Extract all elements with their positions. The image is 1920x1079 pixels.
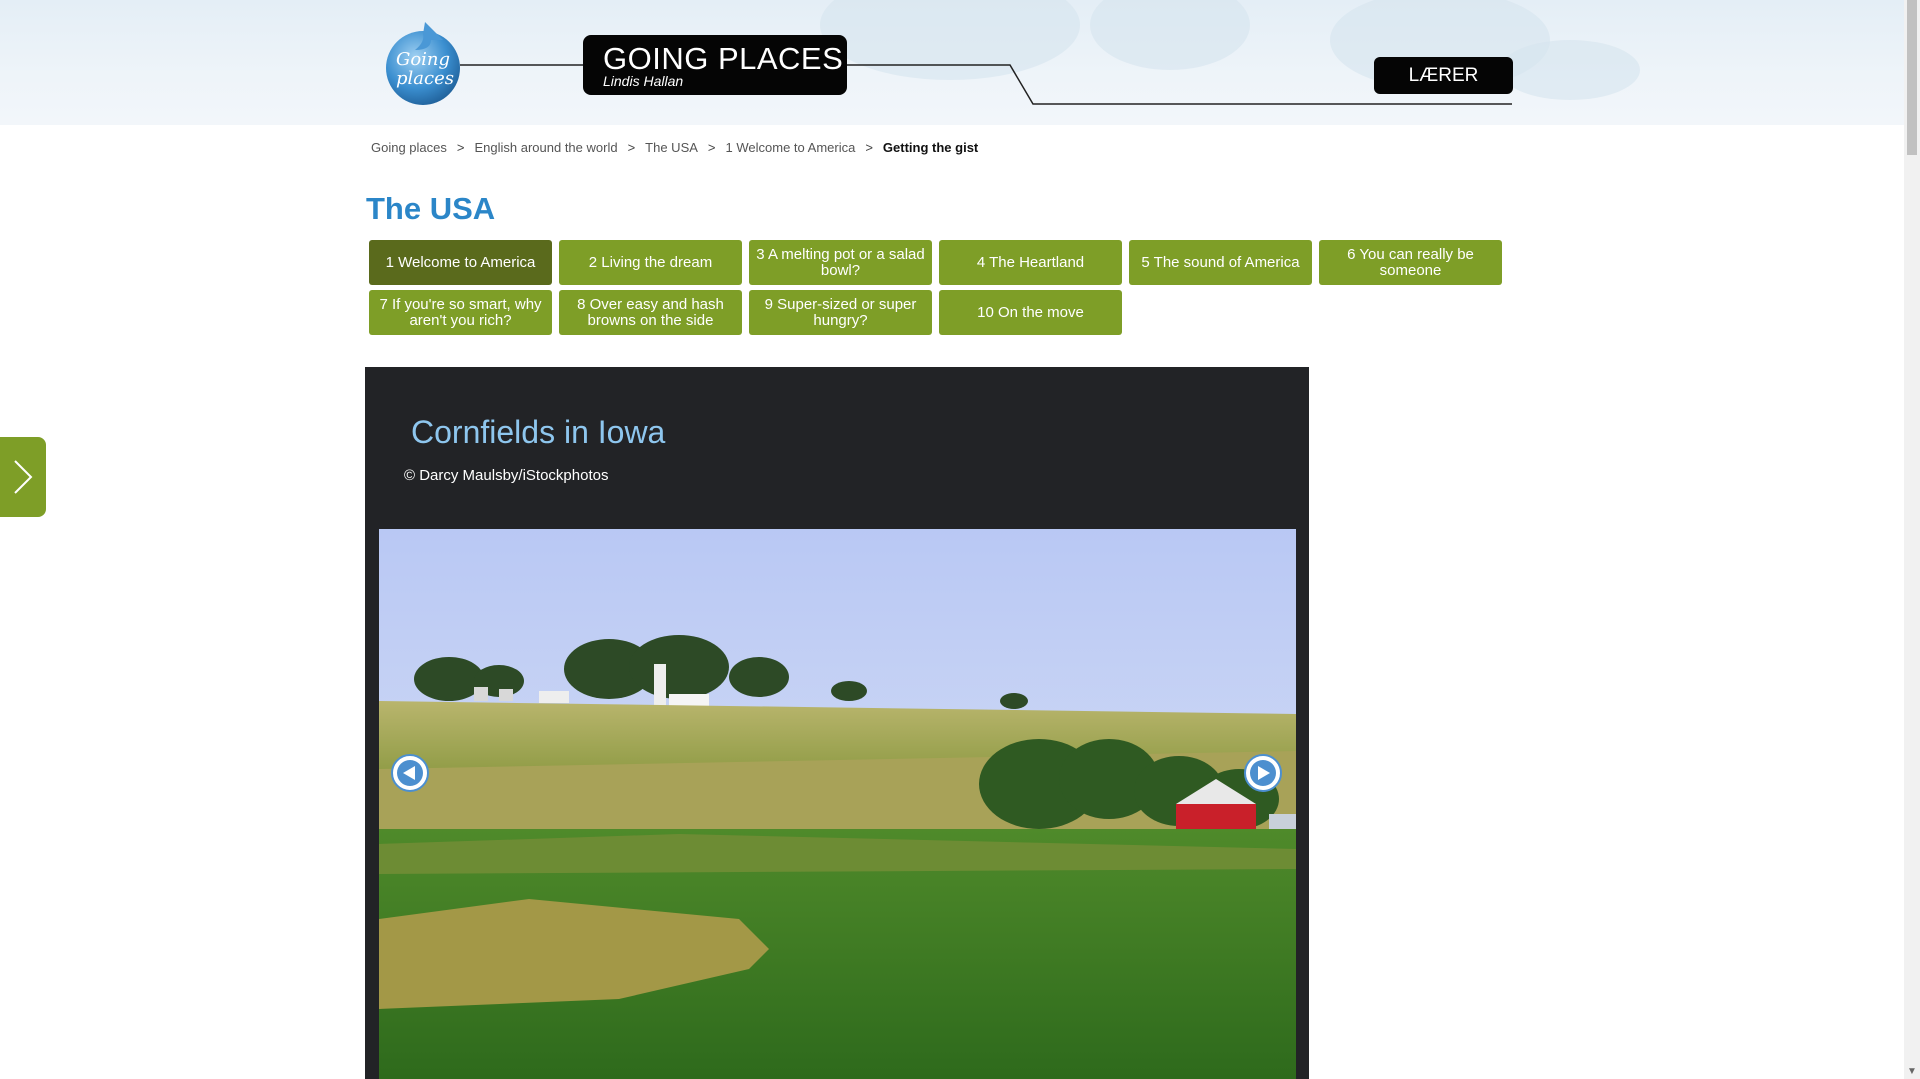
scroll-down-icon[interactable]: ▼ (1904, 1063, 1920, 1079)
chapter-button[interactable]: 7 If you're so smart, why aren't you ric… (369, 290, 552, 335)
slide-title: Cornfields in Iowa (411, 414, 666, 450)
chapter-button[interactable]: 2 Living the dream (559, 240, 742, 285)
site-author: Lindis Hallan (603, 73, 684, 89)
chapter-button[interactable]: 4 The Heartland (939, 240, 1122, 285)
teacher-role-button[interactable]: LÆRER (1374, 57, 1513, 94)
scrollbar-thumb[interactable] (1907, 0, 1917, 155)
arrow-right-circle-icon (1244, 754, 1282, 792)
site-title-box[interactable]: GOING PLACES Lindis Hallan (583, 35, 847, 95)
header-line (460, 64, 1512, 105)
chapter-button[interactable]: 6 You can really be someone (1319, 240, 1502, 285)
breadcrumb-item[interactable]: 1 Welcome to America (726, 140, 856, 155)
chapter-button[interactable]: 1 Welcome to America (369, 240, 552, 285)
chapter-button[interactable]: 8 Over easy and hash browns on the side (559, 290, 742, 335)
breadcrumb-item[interactable]: Going places (371, 140, 447, 155)
chapter-nav: 1 Welcome to America 2 Living the dream … (369, 240, 1505, 335)
chapter-button[interactable]: 3 A melting pot or a salad bowl? (749, 240, 932, 285)
chapter-button[interactable]: 9 Super-sized or super hungry? (749, 290, 932, 335)
breadcrumb-separator: > (456, 140, 465, 155)
site-header: Going places GOING PLACES Lindis Hallan … (0, 0, 1904, 125)
breadcrumb-current: Getting the gist (882, 140, 979, 155)
breadcrumb-separator: > (627, 140, 636, 155)
breadcrumb-item[interactable]: English around the world (474, 140, 617, 155)
previous-slide-button[interactable] (390, 753, 429, 792)
breadcrumb-item[interactable]: The USA (645, 140, 698, 155)
going-places-logo[interactable]: Going places (385, 20, 461, 106)
page-title: The USA (366, 191, 496, 226)
chapter-button[interactable]: 5 The sound of America (1129, 240, 1312, 285)
slide-credit: © Darcy Maulsby/iStockphotos (404, 467, 609, 484)
chapter-button[interactable]: 10 On the move (939, 290, 1122, 335)
side-menu-toggle[interactable] (0, 437, 46, 517)
slideshow-panel: Cornfields in Iowa © Darcy Maulsby/iStoc… (365, 367, 1309, 1079)
svg-text:places: places (396, 68, 454, 89)
svg-text:Going: Going (396, 49, 450, 70)
breadcrumb-separator: > (865, 140, 873, 155)
site-title: GOING PLACES (603, 41, 844, 76)
slide-photo (379, 529, 1296, 1079)
breadcrumb-separator: > (707, 140, 716, 155)
next-slide-button[interactable] (1243, 753, 1282, 792)
arrow-left-circle-icon (391, 754, 429, 792)
chevron-right-icon (14, 460, 33, 494)
page-scrollbar[interactable]: ▼ (1904, 0, 1920, 1079)
breadcrumb: Going places > English around the world … (371, 140, 978, 155)
